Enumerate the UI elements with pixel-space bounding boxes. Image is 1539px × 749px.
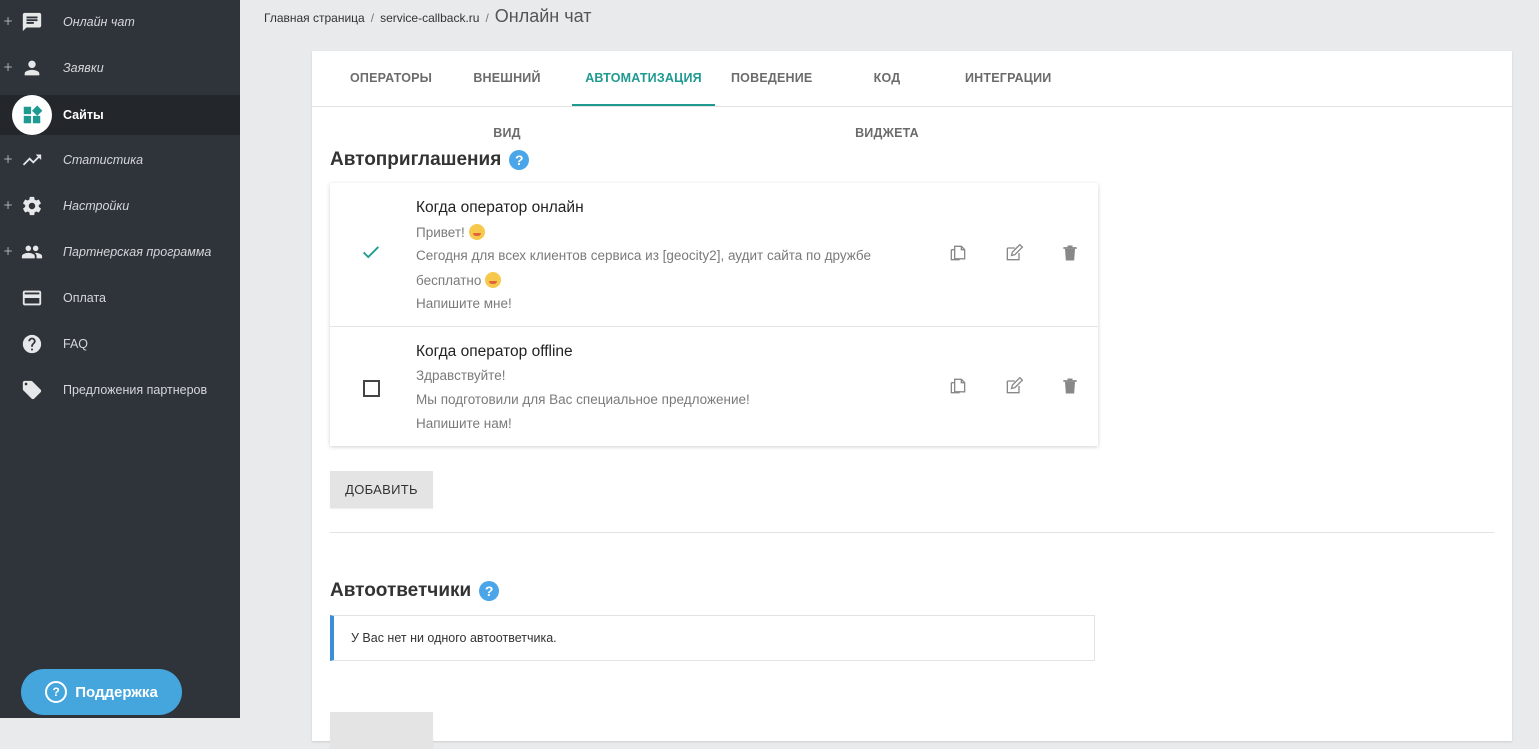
- sidebar-item-label: Сайты: [63, 108, 104, 122]
- trending-up-icon: [20, 148, 44, 172]
- sidebar-item-label: Онлайн чат: [63, 15, 135, 29]
- credit-card-icon: [20, 286, 44, 310]
- edit-icon: [1006, 376, 1024, 394]
- sidebar-item-label: Партнерская программа: [63, 245, 212, 259]
- copy-button[interactable]: [947, 242, 969, 264]
- section-divider: [330, 532, 1494, 533]
- checkbox-unchecked-icon: [362, 379, 380, 397]
- edit-icon: [1006, 243, 1024, 261]
- sidebar-item-partner-offers[interactable]: Предложения партнеров: [0, 370, 240, 410]
- gear-icon: [20, 194, 44, 218]
- emoji-icon: [468, 224, 485, 240]
- tab-bar: ОПЕРАТОРЫ ВНЕШНИЙ ВИД АВТОМАТИЗАЦИЯ ПОВЕ…: [312, 51, 1512, 140]
- sidebar-item-online-chat[interactable]: + Онлайн чат: [0, 2, 240, 42]
- invite-message-line: Напишите нам!: [416, 416, 512, 431]
- sidebar-item-sites[interactable]: Сайты: [0, 95, 240, 135]
- sidebar-item-requests[interactable]: + Заявки: [0, 48, 240, 88]
- main-card: ОПЕРАТОРЫ ВНЕШНИЙ ВИД АВТОМАТИЗАЦИЯ ПОВЕ…: [312, 51, 1512, 749]
- invite-title: Когда оператор онлайн: [416, 199, 584, 216]
- sidebar-item-label: FAQ: [63, 337, 89, 351]
- expand-plus-icon[interactable]: +: [3, 14, 13, 28]
- delete-button[interactable]: [1059, 242, 1081, 264]
- autoresponders-section-title: Автоответчики ?: [330, 580, 500, 602]
- tab-integrations[interactable]: ИНТЕГРАЦИИ: [965, 51, 1051, 106]
- check-icon: [363, 246, 379, 259]
- emoji-icon: [485, 272, 502, 288]
- tab-automation[interactable]: АВТОМАТИЗАЦИЯ: [572, 51, 715, 106]
- autoinvites-list: Когда оператор онлайн Привет! Сегодня дл…: [330, 183, 1098, 446]
- invite-title: Когда оператор offline: [416, 343, 573, 360]
- tab-widget-code[interactable]: КОД ВИДЖЕТА: [840, 51, 934, 140]
- expand-plus-icon[interactable]: +: [3, 198, 13, 212]
- help-circle-icon: ?: [45, 681, 68, 703]
- sidebar-item-label: Оплата: [63, 291, 106, 305]
- sidebar-item-label: Заявки: [63, 61, 104, 75]
- support-button[interactable]: ? Поддержка: [21, 669, 182, 715]
- autoresponders-empty-notice: У Вас нет ни одного автоответчика.: [330, 615, 1095, 661]
- autoinvites-title: Автоприглашения: [330, 149, 502, 170]
- sidebar-item-settings[interactable]: + Настройки: [0, 186, 240, 226]
- autoinvites-section-title: Автоприглашения ?: [330, 149, 530, 171]
- edit-button[interactable]: [1003, 242, 1025, 264]
- trash-icon: [1063, 378, 1077, 394]
- tag-icon: [20, 378, 44, 402]
- list-item: Когда оператор offline Здравствуйте! Мы …: [330, 327, 1098, 446]
- sidebar-item-payment[interactable]: Оплата: [0, 278, 240, 318]
- enabled-checkbox[interactable]: [360, 241, 382, 263]
- help-icon[interactable]: ?: [479, 581, 500, 601]
- autoresponders-title: Автоответчики: [330, 580, 472, 601]
- help-circle-icon: [20, 332, 44, 356]
- invite-message-line: бесплатно: [416, 272, 916, 288]
- sidebar-item-label: Предложения партнеров: [63, 383, 208, 397]
- delete-button[interactable]: [1059, 375, 1081, 397]
- add-autoinvite-button[interactable]: ДОБАВИТЬ: [330, 471, 433, 508]
- copy-icon: [950, 378, 966, 394]
- invite-message-line: Сегодня для всех клиентов сервиса из [ge…: [416, 248, 872, 263]
- chat-icon: [20, 10, 44, 34]
- tab-behavior[interactable]: ПОВЕДЕНИЕ: [731, 51, 812, 106]
- support-button-label: Поддержка: [75, 683, 158, 701]
- sites-icon: [12, 95, 52, 135]
- invite-message-line: Напишите мне!: [416, 296, 512, 311]
- sidebar-item-partner-program[interactable]: + Партнерская программа: [0, 232, 240, 272]
- copy-button[interactable]: [947, 375, 969, 397]
- sidebar-item-label: Статистика: [63, 153, 144, 167]
- sidebar: + Онлайн чат + Заявки Сайты + Статистика…: [0, 0, 240, 718]
- breadcrumb-site-link[interactable]: service-callback.ru: [380, 11, 479, 25]
- tab-operators[interactable]: ОПЕРАТОРЫ: [350, 51, 432, 106]
- invite-message-line: Мы подготовили для Вас специальное предл…: [416, 392, 750, 407]
- expand-plus-icon[interactable]: +: [3, 60, 13, 74]
- invite-message-line: Привет!: [416, 224, 916, 240]
- breadcrumb-separator: /: [370, 11, 375, 25]
- edit-button[interactable]: [1003, 375, 1025, 397]
- help-icon[interactable]: ?: [509, 150, 530, 170]
- person-icon: [20, 56, 44, 80]
- sidebar-item-faq[interactable]: FAQ: [0, 324, 240, 364]
- list-item: Когда оператор онлайн Привет! Сегодня дл…: [330, 183, 1098, 327]
- enabled-checkbox[interactable]: [360, 377, 382, 399]
- tab-appearance[interactable]: ВНЕШНИЙ ВИД: [459, 51, 555, 140]
- trash-icon: [1063, 245, 1077, 261]
- page-title: Онлайн чат: [494, 6, 592, 26]
- copy-icon: [950, 245, 966, 261]
- expand-plus-icon[interactable]: +: [3, 244, 13, 258]
- breadcrumb-home-link[interactable]: Главная страница: [264, 11, 365, 25]
- expand-plus-icon[interactable]: +: [3, 152, 13, 166]
- invite-message-line: Здравствуйте!: [416, 368, 506, 383]
- sidebar-item-statistics[interactable]: + Статистика: [0, 140, 240, 180]
- group-icon: [20, 240, 44, 264]
- sidebar-item-label: Настройки: [63, 199, 130, 213]
- breadcrumb: Главная страница / service-callback.ru /…: [264, 6, 592, 30]
- breadcrumb-separator: /: [485, 11, 489, 25]
